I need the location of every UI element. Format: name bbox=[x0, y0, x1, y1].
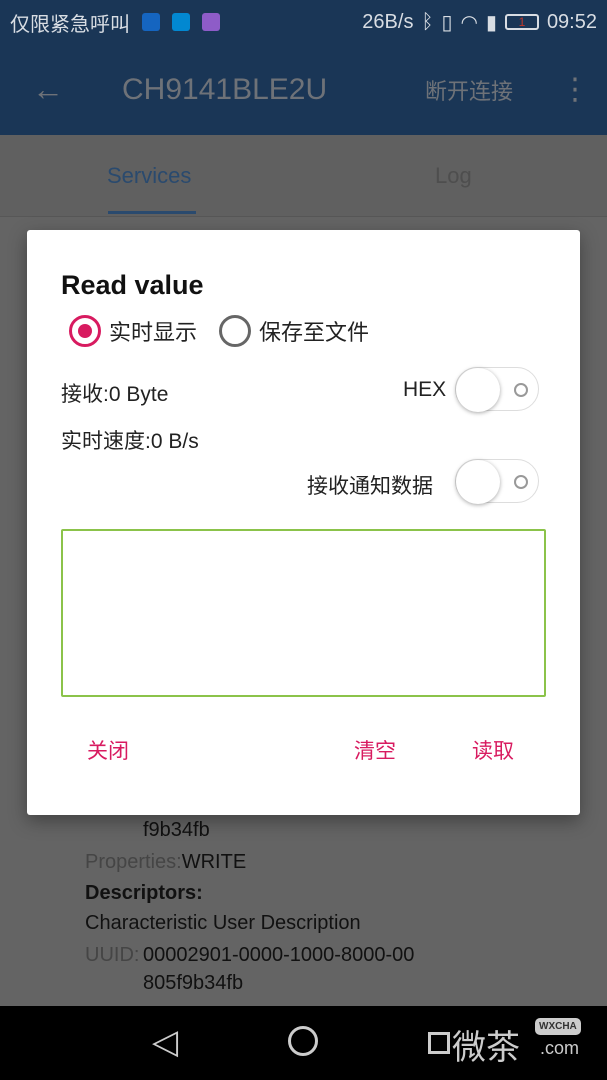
properties-value: WRITE bbox=[181, 851, 247, 873]
tab-indicator bbox=[108, 211, 196, 214]
notification-icon bbox=[142, 13, 160, 31]
hex-label: HEX bbox=[403, 378, 447, 401]
network-speed: 26B/s bbox=[362, 10, 414, 33]
notify-label: 接收通知数据 bbox=[307, 475, 433, 498]
vibrate-icon: ▯ bbox=[441, 11, 453, 34]
wifi-icon: ◠ bbox=[460, 11, 478, 34]
tab-log[interactable]: Log bbox=[435, 163, 472, 189]
clear-button[interactable]: 清空 bbox=[354, 735, 396, 765]
page-title: CH9141BLE2U bbox=[122, 72, 328, 106]
descriptor-name: Characteristic User Description bbox=[85, 912, 361, 934]
nav-recents-icon[interactable] bbox=[428, 1032, 450, 1054]
uuid-label: UUID: bbox=[85, 944, 140, 966]
uuid-line2: 805f9b34fb bbox=[143, 972, 244, 994]
usb-icon bbox=[172, 13, 190, 31]
carrier-text: 仅限紧急呼叫 bbox=[10, 13, 130, 36]
uuid-line1: 00002901-0000-1000-8000-00 bbox=[143, 944, 415, 966]
navigation-bar: ◁ 微茶 WXCHA .com bbox=[0, 1006, 607, 1080]
back-arrow-icon[interactable]: ← bbox=[32, 71, 64, 108]
watermark-logo: 微茶 bbox=[452, 1029, 520, 1067]
read-button[interactable]: 读取 bbox=[472, 735, 514, 765]
nav-back-icon[interactable]: ◁ bbox=[152, 1022, 178, 1062]
sim-icon: ▮ bbox=[485, 11, 497, 34]
radio-unchecked-icon[interactable] bbox=[219, 315, 251, 347]
disconnect-button[interactable]: 断开连接 bbox=[425, 74, 513, 106]
time: 09:52 bbox=[546, 10, 597, 33]
more-options-icon[interactable]: ⋮ bbox=[560, 74, 590, 105]
radio-checked-icon[interactable] bbox=[69, 315, 101, 347]
descriptors-heading: Descriptors: bbox=[85, 882, 203, 904]
uuid-tail: f9b34fb bbox=[143, 819, 210, 841]
properties: Properties:WRITE bbox=[85, 851, 246, 874]
radio-realtime[interactable]: 实时显示 bbox=[69, 315, 197, 347]
tab-services[interactable]: Services bbox=[107, 163, 191, 189]
nav-home-icon[interactable] bbox=[288, 1026, 318, 1056]
radio-save-label: 保存至文件 bbox=[259, 320, 370, 345]
notify-toggle[interactable] bbox=[455, 459, 539, 504]
radio-save-to-file[interactable]: 保存至文件 bbox=[219, 315, 369, 347]
bluetooth-icon: ᛒ bbox=[421, 10, 434, 33]
received-bytes: 接收:0 Byte bbox=[61, 383, 169, 406]
radio-realtime-label: 实时显示 bbox=[109, 320, 198, 345]
properties-label: Properties: bbox=[85, 851, 182, 873]
battery-icon: 1 bbox=[504, 14, 539, 30]
watermark-badge: WXCHA bbox=[535, 1018, 581, 1035]
hex-toggle[interactable] bbox=[455, 367, 539, 412]
image-icon bbox=[202, 13, 220, 31]
received-data-textbox[interactable] bbox=[61, 529, 546, 697]
read-value-dialog: Read value 实时显示 保存至文件 接收:0 Byte HEX 实时速度… bbox=[27, 230, 580, 815]
tab-bar: Services Log bbox=[0, 135, 607, 217]
app-bar: ← CH9141BLE2U 断开连接 ⋮ bbox=[0, 44, 607, 135]
realtime-speed: 实时速度:0 B/s bbox=[61, 430, 199, 453]
close-button[interactable]: 关闭 bbox=[87, 735, 129, 765]
dialog-title: Read value bbox=[61, 270, 204, 300]
status-bar: 仅限紧急呼叫 26B/s ᛒ ▯ ◠ ▮ 1 09:52 bbox=[0, 0, 607, 44]
watermark-domain: .com bbox=[540, 1038, 580, 1058]
